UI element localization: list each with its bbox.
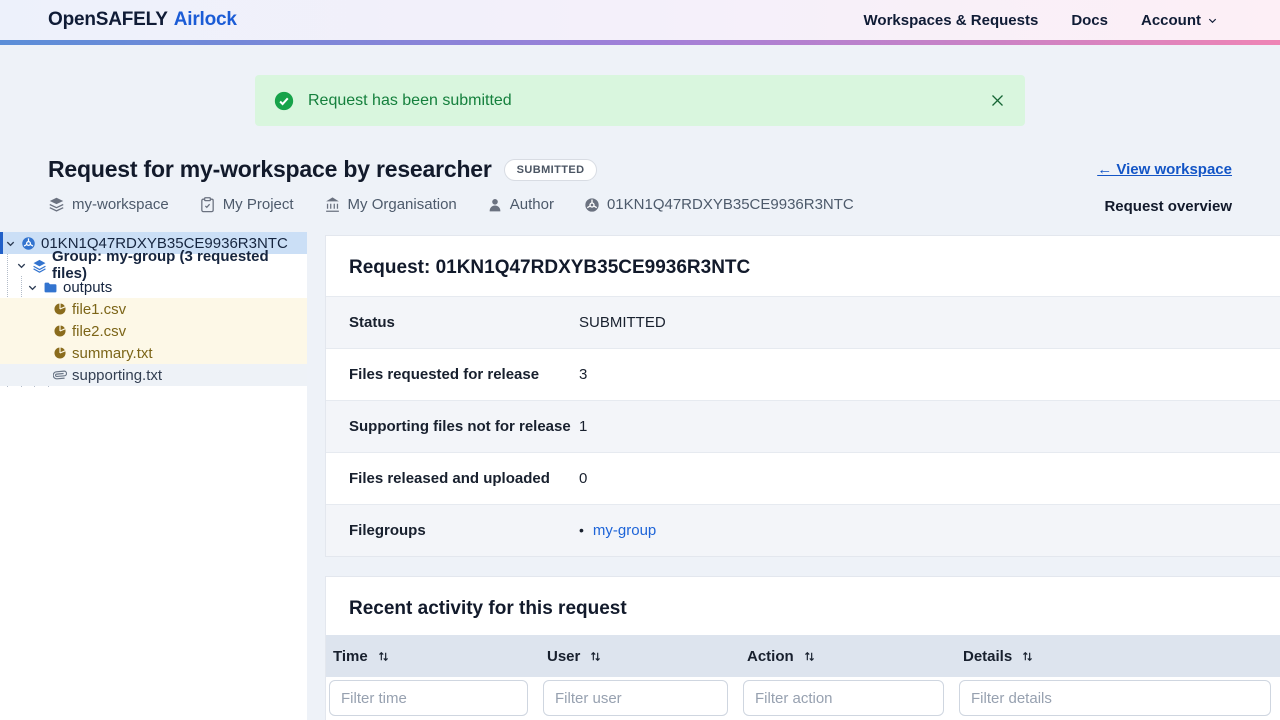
bank-icon: [324, 196, 341, 213]
column-label: Time: [333, 648, 368, 665]
user-icon: [487, 197, 503, 213]
sort-icon: [589, 650, 602, 663]
row-value: 0: [579, 470, 587, 487]
page-title-row: Request for my-workspace by researcher S…: [48, 156, 597, 183]
request-overview-label: Request overview: [1104, 198, 1232, 215]
row-label: Filegroups: [326, 522, 579, 539]
meta-author-label: Author: [510, 196, 554, 213]
group-layers-icon: [32, 258, 47, 273]
tree-item-file2[interactable]: file2.csv: [0, 320, 307, 342]
file-tree: 01KN1Q47RDXYB35CE9936R3NTC Group: my-gro…: [0, 232, 307, 386]
activity-card-heading: Recent activity for this request: [326, 577, 1280, 635]
list-bullet: •: [579, 522, 584, 538]
filegroup-link[interactable]: my-group: [593, 522, 656, 539]
tree-item-group[interactable]: Group: my-group (3 requested files): [0, 254, 307, 276]
logo-brand: OpenSAFELY: [48, 9, 168, 31]
row-label: Files requested for release: [326, 366, 579, 383]
filter-details-input[interactable]: [959, 680, 1271, 716]
tree-item-supporting[interactable]: supporting.txt: [0, 364, 307, 386]
success-alert: Request has been submitted: [255, 75, 1025, 126]
column-header-time[interactable]: Time: [326, 648, 540, 665]
tree-item-file1[interactable]: file1.csv: [0, 298, 307, 320]
app-header: OpenSAFELY Airlock Workspaces & Requests…: [0, 0, 1280, 40]
meta-organisation-label: My Organisation: [348, 196, 457, 213]
airlock-icon: [584, 197, 600, 213]
filegroup-list: • my-group: [579, 522, 656, 539]
airlock-icon: [21, 236, 36, 251]
main-nav: Workspaces & Requests Docs Account: [864, 12, 1218, 29]
column-label: User: [547, 648, 580, 665]
filter-user-input[interactable]: [543, 680, 728, 716]
meta-organisation: My Organisation: [324, 196, 457, 213]
column-header-user[interactable]: User: [540, 648, 740, 665]
chevron-down-icon[interactable]: [27, 282, 38, 293]
request-meta-row: my-workspace My Project My Organisation …: [48, 196, 854, 213]
tree-item-outputs-folder[interactable]: outputs: [0, 276, 307, 298]
meta-author: Author: [487, 196, 554, 213]
request-details-card: Request: 01KN1Q47RDXYB35CE9936R3NTC Stat…: [325, 235, 1280, 557]
row-value: 1: [579, 418, 587, 435]
row-value: SUBMITTED: [579, 314, 666, 331]
table-row: Files requested for release 3: [326, 348, 1280, 400]
filter-time-input[interactable]: [329, 680, 528, 716]
table-row: Supporting files not for release 1: [326, 400, 1280, 452]
nav-account[interactable]: Account: [1141, 12, 1218, 29]
meta-project: My Project: [199, 196, 294, 213]
sort-icon: [377, 650, 390, 663]
alert-message: Request has been submitted: [308, 92, 512, 110]
sort-icon: [1021, 650, 1034, 663]
table-row: Filegroups • my-group: [326, 504, 1280, 556]
view-workspace-link[interactable]: ← View workspace: [1097, 161, 1232, 178]
recent-activity-card: Recent activity for this request Time Us…: [325, 576, 1280, 720]
activity-filter-row: [326, 677, 1280, 716]
meta-request-id-label: 01KN1Q47RDXYB35CE9936R3NTC: [607, 196, 854, 213]
chevron-down-icon[interactable]: [16, 260, 27, 271]
table-row: Files released and uploaded 0: [326, 452, 1280, 504]
page-title: Request for my-workspace by researcher: [48, 156, 492, 183]
file-tree-sidebar: 01KN1Q47RDXYB35CE9936R3NTC Group: my-gro…: [0, 232, 307, 720]
column-header-details[interactable]: Details: [956, 648, 1280, 665]
request-card-heading: Request: 01KN1Q47RDXYB35CE9936R3NTC: [326, 236, 1280, 296]
clipboard-icon: [199, 196, 216, 213]
meta-workspace-label: my-workspace: [72, 196, 169, 213]
output-file-icon: [53, 302, 67, 316]
nav-workspaces-requests[interactable]: Workspaces & Requests: [864, 12, 1039, 29]
column-header-action[interactable]: Action: [740, 648, 956, 665]
layers-icon: [48, 196, 65, 213]
filter-action-input[interactable]: [743, 680, 944, 716]
meta-request-id: 01KN1Q47RDXYB35CE9936R3NTC: [584, 196, 854, 213]
output-file-icon: [53, 324, 67, 338]
row-value: 3: [579, 366, 587, 383]
folder-icon: [43, 280, 58, 295]
tree-item-label: summary.txt: [72, 345, 153, 362]
nav-docs[interactable]: Docs: [1071, 12, 1108, 29]
tree-item-label: file2.csv: [72, 323, 126, 340]
tree-item-label: file1.csv: [72, 301, 126, 318]
tree-item-label: supporting.txt: [72, 367, 162, 384]
column-label: Action: [747, 648, 794, 665]
tree-item-summary[interactable]: summary.txt: [0, 342, 307, 364]
close-icon[interactable]: [986, 89, 1009, 112]
activity-table-header: Time User Action Details: [326, 635, 1280, 677]
table-row: Status SUBMITTED: [326, 296, 1280, 348]
row-label: Status: [326, 314, 579, 331]
column-label: Details: [963, 648, 1012, 665]
check-circle-icon: [274, 91, 294, 111]
row-label: Supporting files not for release: [326, 418, 579, 435]
tree-item-label: outputs: [63, 279, 112, 296]
app-logo[interactable]: OpenSAFELY Airlock: [48, 9, 237, 31]
status-badge: SUBMITTED: [504, 159, 598, 181]
meta-project-label: My Project: [223, 196, 294, 213]
nav-account-label: Account: [1141, 12, 1201, 29]
meta-workspace: my-workspace: [48, 196, 169, 213]
chevron-down-icon: [1207, 15, 1218, 26]
row-label: Files released and uploaded: [326, 470, 579, 487]
header-gradient-bar: [0, 40, 1280, 45]
output-file-icon: [53, 346, 67, 360]
paperclip-icon: [53, 368, 67, 382]
logo-product: Airlock: [174, 9, 237, 31]
chevron-down-icon[interactable]: [5, 238, 16, 249]
sort-icon: [803, 650, 816, 663]
